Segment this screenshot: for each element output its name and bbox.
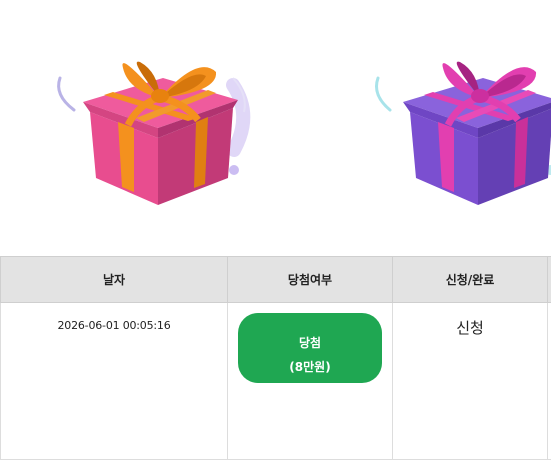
header-result: 당첨여부	[228, 257, 393, 303]
win-button-amount: (8만원)	[244, 355, 376, 379]
header-extra	[548, 257, 551, 303]
row-status: 신청	[393, 303, 548, 460]
results-table: 날자 당첨여부 신청/완료 2026-06-01 00:05:16 당첨 (8만…	[0, 256, 551, 460]
table-row: 2026-06-01 00:05:16 당첨 (8만원) 신청	[1, 303, 551, 460]
win-button-title: 당첨	[244, 331, 376, 355]
purple-gift-icon	[368, 0, 551, 240]
row-date: 2026-06-01 00:05:16	[1, 303, 228, 460]
pink-gift-icon	[48, 0, 263, 240]
row-extra	[548, 303, 551, 460]
header-status: 신청/완료	[393, 257, 548, 303]
row-result: 당첨 (8만원)	[228, 303, 393, 460]
header-date: 날자	[1, 257, 228, 303]
table-header-row: 날자 당첨여부 신청/완료	[1, 257, 551, 303]
win-button[interactable]: 당첨 (8만원)	[238, 313, 382, 383]
